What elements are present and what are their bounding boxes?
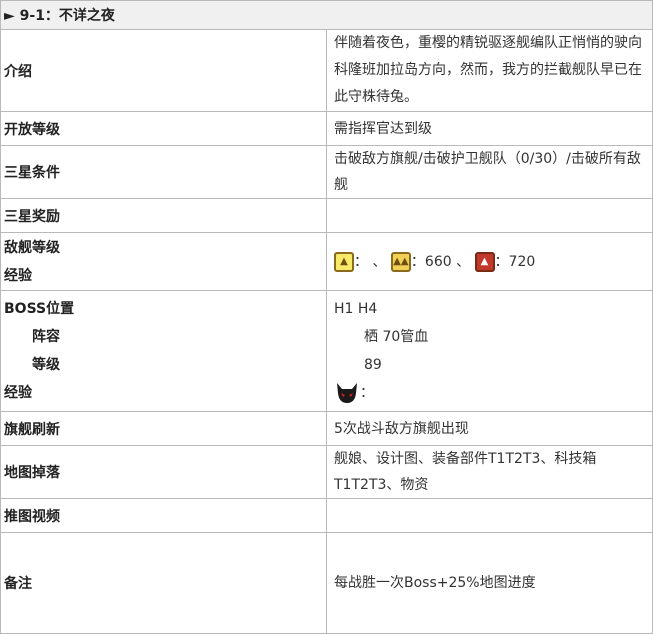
unlock-row: 开放等级 需指挥官达到级: [0, 111, 653, 146]
three-star-reward-row: 三星奖励: [0, 198, 653, 233]
enemy-exp-label: 经验: [4, 267, 32, 284]
boss-row: BOSS位置 阵容 等级 经验 H1 H4 栖 70管血 89 ：: [0, 290, 653, 412]
three-star-condition-label: 三星条件: [0, 145, 327, 199]
boss-label-cell: BOSS位置 阵容 等级 经验: [0, 290, 327, 412]
boss-level-label: 等级: [32, 357, 60, 373]
rank-1-triangle-icon: ▲: [334, 251, 354, 272]
enemy-exp-sep-1: ： 、: [354, 253, 387, 270]
rank-3-triangle-icon: ▲: [474, 251, 495, 272]
video-label: 推图视频: [0, 498, 327, 533]
boss-formation-value: 栖 70管血: [364, 329, 429, 345]
title-row: ► 9-1：不详之夜: [0, 0, 653, 30]
enemy-level-value: ▲： 、 ▲▲ ：660 、 ▲ ：720: [326, 232, 653, 291]
boss-exp-label: 经验: [4, 385, 32, 401]
notes-value: 每战胜一次Boss+25%地图进度: [326, 532, 653, 634]
boss-devil-icon: [337, 383, 357, 403]
flagship-refresh-value: 5次战斗敌方旗舰出现: [326, 411, 653, 446]
enemy-exp-value-3: ：720: [494, 253, 536, 270]
notes-label: 备注: [0, 532, 327, 634]
boss-formation-label: 阵容: [32, 329, 60, 345]
intro-label: 介绍: [0, 29, 327, 112]
boss-value-cell: H1 H4 栖 70管血 89 ：: [326, 290, 653, 412]
video-row: 推图视频: [0, 498, 653, 533]
rank-2-triangle-icon: ▲▲: [390, 251, 411, 272]
enemy-level-label-cell: 敌舰等级 经验: [0, 232, 327, 291]
flagship-refresh-label: 旗舰刷新: [0, 411, 327, 446]
enemy-level-row: 敌舰等级 经验 ▲： 、 ▲▲ ：660 、 ▲ ：720: [0, 232, 653, 291]
notes-row: 备注 每战胜一次Boss+25%地图进度: [0, 532, 653, 634]
flagship-refresh-row: 旗舰刷新 5次战斗敌方旗舰出现: [0, 411, 653, 446]
boss-position-label: BOSS位置: [4, 301, 75, 317]
unlock-value: 需指挥官达到级: [326, 111, 653, 146]
map-drops-label: 地图掉落: [0, 445, 327, 499]
three-star-condition-row: 三星条件 击破敌方旗舰/击破护卫舰队（0/30）/击破所有敌舰: [0, 145, 653, 199]
stage-info-table: ► 9-1：不详之夜 介绍 伴随着夜色，重樱的精锐驱逐舰编队正悄悄的驶向科隆班加…: [0, 0, 653, 634]
boss-position-value: H1 H4: [334, 301, 378, 317]
boss-exp-value: ：: [360, 385, 374, 401]
video-value: [326, 498, 653, 533]
boss-level-value: 89: [364, 357, 382, 373]
three-star-reward-label: 三星奖励: [0, 198, 327, 233]
three-star-condition-value: 击破敌方旗舰/击破护卫舰队（0/30）/击破所有敌舰: [326, 145, 653, 199]
boss-exp-line: ：: [334, 379, 652, 407]
enemy-level-label: 敌舰等级: [4, 239, 60, 256]
enemy-exp-value-2: ：660 、: [410, 253, 471, 270]
intro-row: 介绍 伴随着夜色，重樱的精锐驱逐舰编队正悄悄的驶向科隆班加拉岛方向，然而，我方的…: [0, 29, 653, 112]
three-star-reward-value: [326, 198, 653, 233]
intro-value: 伴随着夜色，重樱的精锐驱逐舰编队正悄悄的驶向科隆班加拉岛方向，然而，我方的拦截舰…: [326, 29, 653, 112]
stage-title: ► 9-1：不详之夜: [0, 0, 653, 30]
unlock-label: 开放等级: [0, 111, 327, 146]
map-drops-value: 舰娘、设计图、装备部件T1T2T3、科技箱T1T2T3、物资: [326, 445, 653, 499]
map-drops-row: 地图掉落 舰娘、设计图、装备部件T1T2T3、科技箱T1T2T3、物资: [0, 445, 653, 499]
